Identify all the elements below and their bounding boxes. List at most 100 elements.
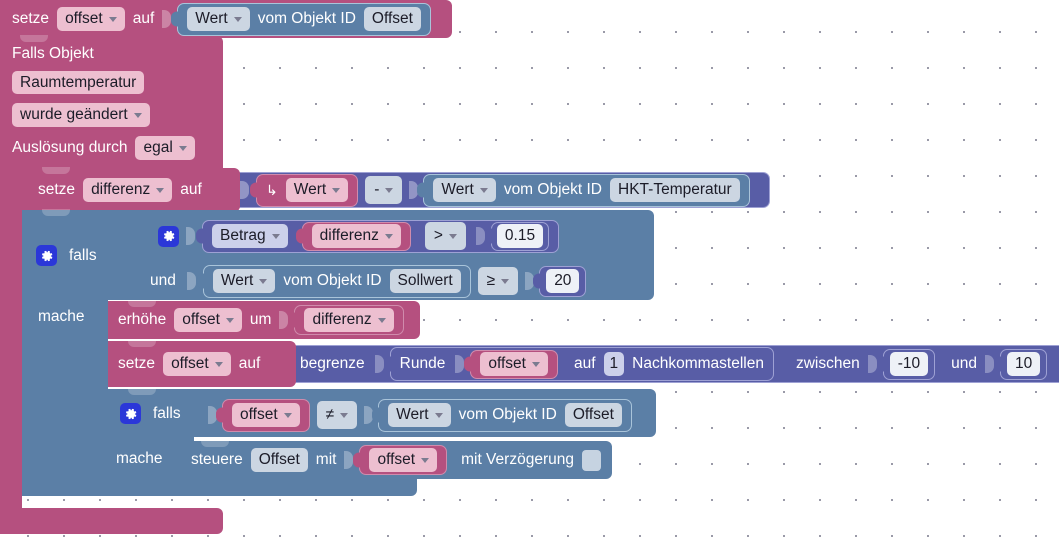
dropdown-value: offset (65, 10, 103, 28)
block-set-offset-top[interactable]: setze offset auf Wert vom Objekt ID Offs… (0, 0, 452, 38)
chevron-down-icon (133, 113, 142, 119)
chevron-down-icon (233, 17, 242, 22)
field-object-id[interactable]: Offset (363, 7, 421, 31)
blockly-workspace[interactable]: setze offset auf Wert vom Objekt ID Offs… (0, 0, 1059, 539)
dropdown-variable-offset[interactable]: offset (163, 352, 231, 376)
field-object-id[interactable]: Offset (564, 403, 622, 427)
dropdown-operator-gt[interactable]: > (424, 222, 466, 250)
value-block-variable-differenz[interactable]: differenz (301, 221, 411, 251)
value-block-max[interactable]: 10 (1000, 348, 1048, 380)
dropdown-value: offset (240, 406, 278, 424)
value-block-operand-b[interactable]: Wert vom Objekt ID HKT-Temperatur (423, 173, 750, 207)
field-number[interactable]: 0.15 (496, 224, 544, 248)
dropdown-operator-gte[interactable]: ≥ (477, 267, 519, 295)
block-set-offset-clamp[interactable]: setze offset auf (108, 340, 296, 387)
connector-notch (128, 388, 156, 395)
label-um: um (249, 311, 272, 329)
field-number[interactable]: 20 (546, 269, 580, 293)
dropdown-variable-differenz[interactable]: differenz (304, 308, 394, 332)
value-block-offset[interactable]: offset (222, 398, 310, 432)
value-block-number[interactable]: 20 (539, 265, 587, 297)
value-block-object-state[interactable]: Wert vom Objekt ID Offset (177, 2, 431, 36)
field-min[interactable]: -10 (889, 352, 929, 376)
value-socket (240, 181, 249, 199)
max-value: 10 (1015, 355, 1033, 373)
trigger-bottom-foot (0, 508, 223, 534)
gear-icon[interactable] (158, 225, 179, 247)
gear-icon[interactable] (36, 245, 57, 266)
dropdown-function-betrag[interactable]: Betrag (212, 224, 288, 248)
dropdown-operator-neq[interactable]: ≠ (316, 401, 358, 429)
chevron-down-icon (283, 413, 292, 418)
gear-icon[interactable] (120, 403, 141, 424)
connector-notch (20, 35, 48, 42)
dropdown-wert[interactable]: Wert (187, 7, 250, 31)
label-nachkommastellen: Nachkommastellen (632, 355, 764, 373)
dropdown-value: Betrag (220, 227, 266, 245)
if-outer-left-spine (22, 298, 108, 496)
field-object-id[interactable]: Sollwert (389, 269, 461, 293)
chevron-down-icon (531, 362, 540, 367)
dropdown-variable-offset[interactable]: offset (57, 7, 125, 31)
dropdown-trigger-source[interactable]: egal (135, 136, 195, 160)
dropdown-variable-differenz[interactable]: differenz (83, 178, 173, 202)
object-id-value: Offset (572, 406, 614, 424)
dropdown-variable-offset[interactable]: offset (232, 403, 300, 427)
dropdown-variable-offset[interactable]: offset (174, 308, 242, 332)
field-trigger-object[interactable]: Raumtemperatur (12, 70, 145, 95)
dropdown-variable-offset[interactable]: offset (369, 448, 438, 472)
dropdown-variable-differenz[interactable]: differenz (311, 224, 401, 248)
label-object-id: vom Objekt ID (503, 181, 603, 199)
dropdown-value: offset (171, 355, 209, 373)
block-control-offset[interactable]: steuere Offset mit offset mit Verzögerun… (181, 440, 612, 479)
label-steuere: steuere (191, 451, 243, 469)
label-und: und (150, 272, 176, 290)
block-set-differenz[interactable]: setze differenz auf (22, 167, 240, 212)
value-block-number[interactable]: 0.15 (490, 221, 550, 251)
dropdown-wert[interactable]: Wert (212, 269, 276, 293)
value-block-min[interactable]: -10 (882, 348, 936, 380)
dropdown-trigger-condition[interactable]: wurde geändert (12, 103, 150, 128)
value-block-compare-1[interactable]: Betrag differenz > 0.15 (202, 219, 560, 253)
value-block-compare-2[interactable]: Wert vom Objekt ID Sollwert (202, 264, 471, 298)
value-block-round[interactable]: Runde offset auf 1 Nachkommastellen (389, 347, 774, 381)
dropdown-value: differenz (91, 181, 151, 199)
nested-reference-icon: ↳ (266, 182, 278, 198)
field-delay-input[interactable] (581, 449, 601, 471)
label-mache-outer-wrap: mache (38, 308, 85, 326)
value-socket (162, 10, 172, 28)
label-falls-objekt: Falls Objekt (12, 45, 94, 62)
value-block-object-state[interactable]: Wert vom Objekt ID Offset (378, 398, 632, 432)
block-trigger-container[interactable]: Falls Objekt Raumtemperatur wurde geände… (0, 35, 223, 168)
dropdown-value: differenz (312, 311, 372, 329)
arithmetic-row: ↳ Wert - Wert vom Objekt ID HKT-Temperat… (240, 173, 750, 207)
target-value: Offset (258, 451, 300, 469)
dropdown-operator-minus[interactable]: - (365, 176, 403, 204)
dropdown-value: offset (182, 311, 220, 329)
field-max[interactable]: 10 (1007, 352, 1041, 376)
dropdown-wert-a[interactable]: Wert (285, 178, 349, 202)
label-falls: falls (153, 404, 181, 422)
if-inner-condition: offset ≠ Wert vom Objekt ID Offset (208, 398, 632, 432)
field-decimal-digits[interactable]: 1 (603, 352, 625, 376)
value-block-offset[interactable]: offset (359, 445, 448, 475)
label-auf: auf (573, 355, 596, 373)
object-id-value: Sollwert (397, 272, 453, 290)
value-socket (374, 355, 384, 373)
value-block-differenz[interactable]: differenz (294, 305, 404, 335)
chevron-down-icon (156, 188, 165, 193)
dropdown-wert[interactable]: Wert (388, 403, 451, 427)
value-block-offset[interactable]: offset (470, 349, 558, 379)
field-control-target[interactable]: Offset (250, 448, 308, 472)
label-mache: mache (116, 450, 163, 467)
value-block-operand-a[interactable]: ↳ Wert (256, 173, 359, 207)
dropdown-variable-offset[interactable]: offset (480, 352, 548, 376)
chevron-down-icon (448, 234, 457, 239)
field-object-id[interactable]: HKT-Temperatur (610, 178, 740, 202)
block-increase-offset[interactable]: erhöhe offset um differenz (108, 300, 420, 339)
label-setze: setze (118, 355, 156, 373)
value-socket (186, 227, 195, 245)
clamp-row: begrenze Runde offset auf 1 Nachkommaste… (300, 347, 1048, 381)
dropdown-value: Wert (195, 10, 228, 28)
dropdown-wert-b[interactable]: Wert (433, 178, 496, 202)
